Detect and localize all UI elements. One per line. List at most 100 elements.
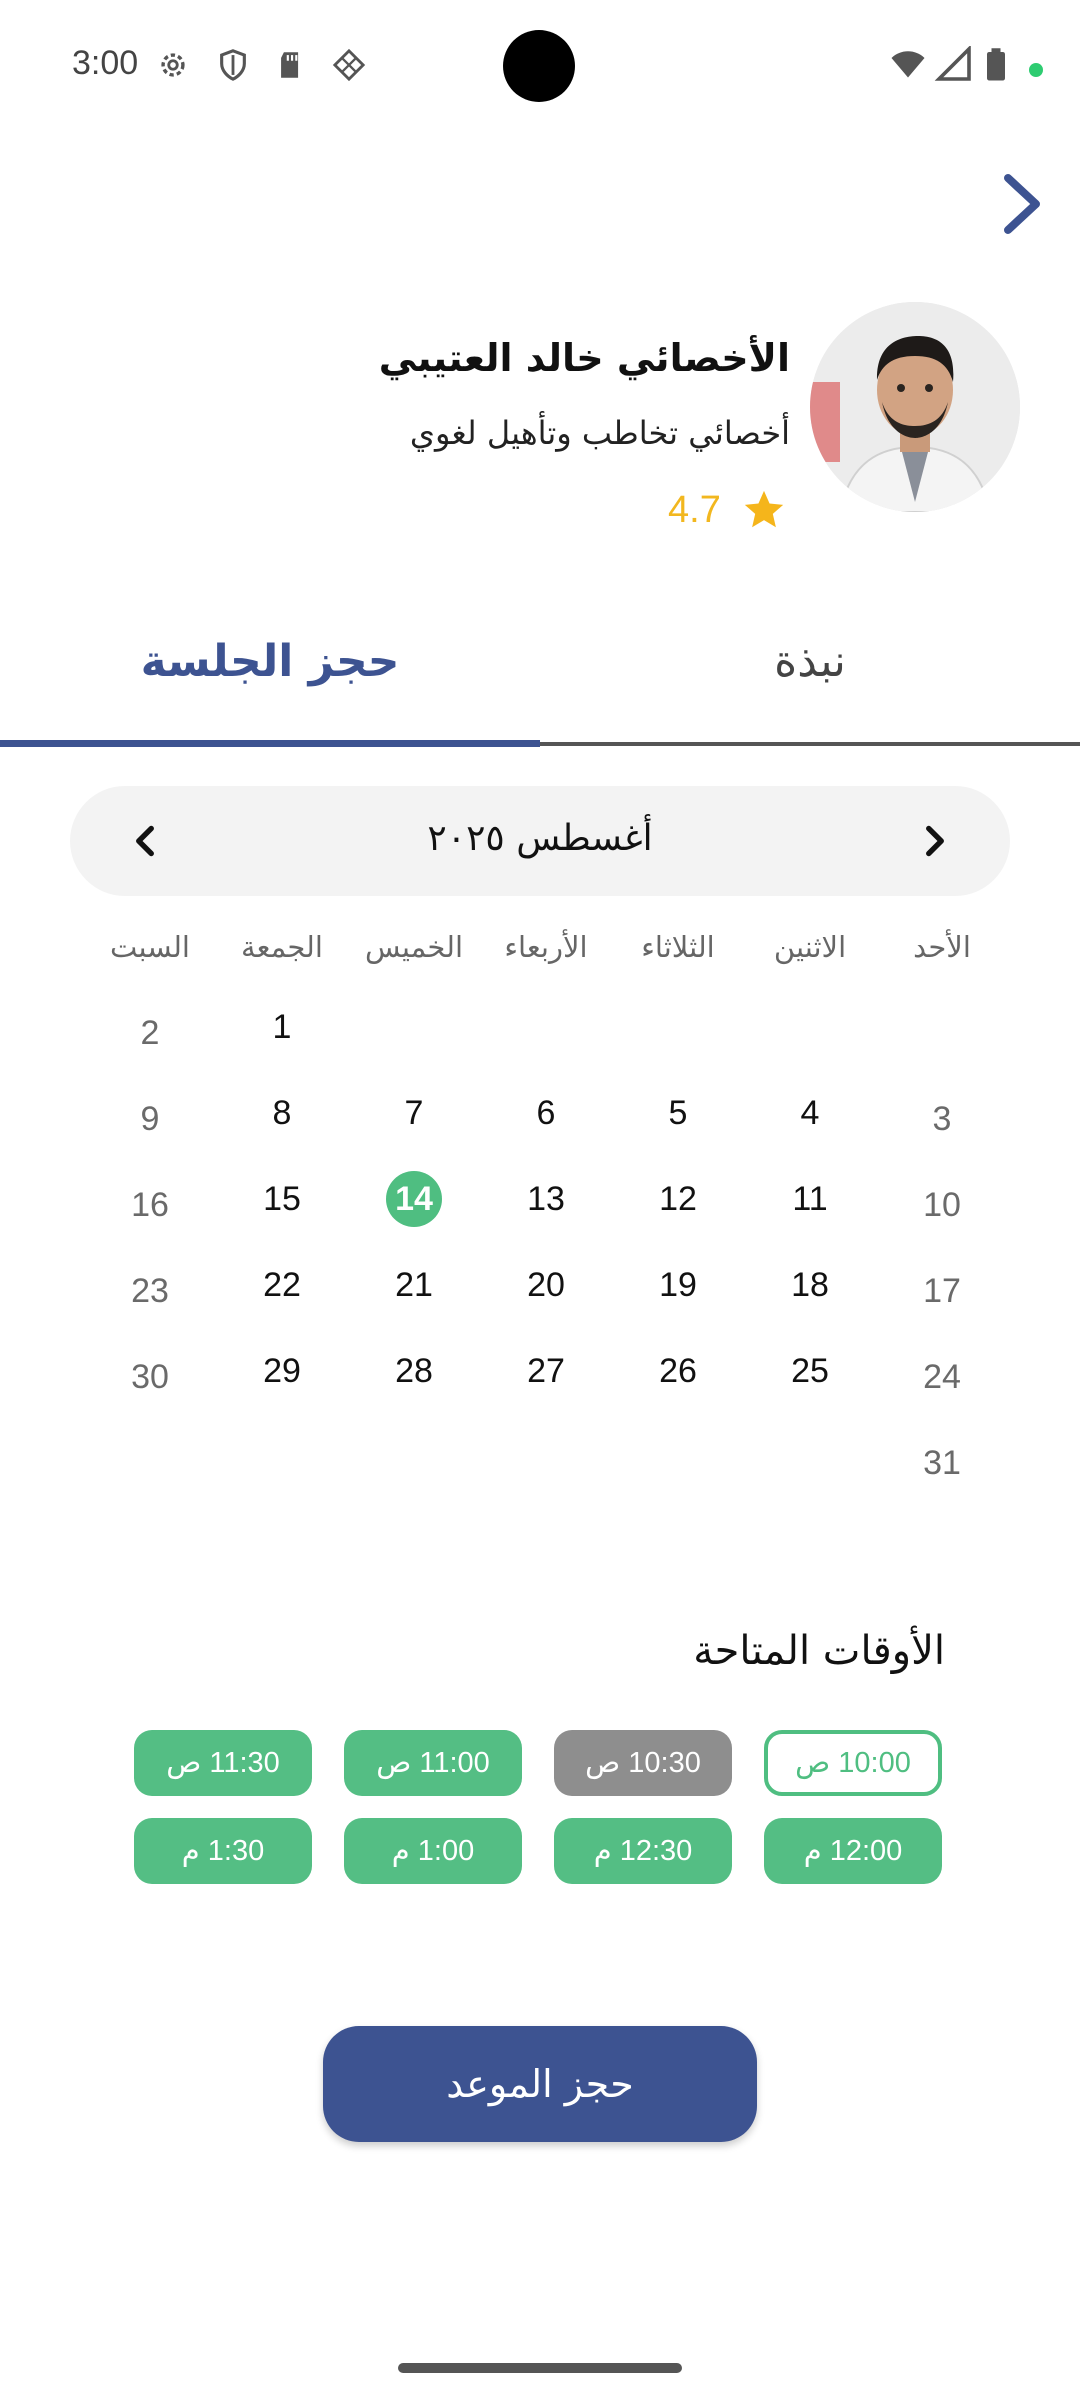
rating-value: 4.7 (668, 488, 721, 531)
calendar-day[interactable]: 12 (612, 1164, 744, 1234)
calendar-day[interactable]: 11 (744, 1164, 876, 1234)
calendar-day-number: 6 (536, 1094, 556, 1132)
calendar-day[interactable]: 21 (348, 1250, 480, 1320)
calendar-day[interactable]: 19 (612, 1250, 744, 1320)
home-indicator[interactable] (398, 2363, 682, 2373)
front-camera (503, 30, 575, 102)
month-label: أغسطس ٢٠٢٥ (427, 818, 653, 859)
weekday-tue: الثلاثاء (641, 930, 715, 964)
calendar-day[interactable]: 22 (216, 1250, 348, 1320)
status-bar: 3:00 (0, 0, 1080, 132)
calendar-day[interactable]: 17 (876, 1256, 1008, 1326)
calendar-day-number: 22 (263, 1266, 301, 1304)
calendar-day-number: 25 (791, 1352, 829, 1390)
calendar-day-number: 26 (659, 1352, 697, 1390)
weekday-sat: السبت (110, 930, 190, 964)
previous-month-chevron-icon[interactable] (910, 816, 960, 866)
calendar-day[interactable]: 26 (612, 1336, 744, 1406)
month-selector: أغسطس ٢٠٢٥ (70, 786, 1010, 896)
tab-active-indicator (0, 740, 540, 747)
tab-booking[interactable]: حجز الجلسة (0, 636, 540, 746)
calendar-day-number: 9 (140, 1100, 160, 1138)
battery-icon (987, 48, 1005, 81)
calendar-day[interactable]: 20 (480, 1250, 612, 1320)
wifi-icon (891, 51, 925, 78)
calendar-day-number: 13 (527, 1180, 565, 1218)
weekday-thu: الخميس (364, 930, 464, 964)
available-times-title: الأوقات المتاحة (693, 1628, 945, 1674)
grid-diamond-icon (332, 48, 366, 82)
time-slot[interactable]: 1:30 م (134, 1818, 312, 1884)
specialist-specialty: أخصائي تخاطب وتأهيل لغوي (409, 414, 790, 452)
calendar-day[interactable]: 9 (84, 1084, 216, 1154)
calendar-day[interactable]: 25 (744, 1336, 876, 1406)
weekday-fri: الجمعة (241, 930, 323, 964)
calendar-day-number: 29 (263, 1352, 301, 1390)
calendar-day[interactable]: 10 (876, 1170, 1008, 1240)
time-slot[interactable]: 12:00 م (764, 1818, 942, 1884)
time-slot[interactable]: 11:00 ص (344, 1730, 522, 1796)
calendar-day[interactable]: 6 (480, 1078, 612, 1148)
calendar-day-number: 27 (527, 1352, 565, 1390)
calendar-day[interactable]: 28 (348, 1336, 480, 1406)
calendar-day[interactable]: 15 (216, 1164, 348, 1234)
calendar-day-number: 2 (140, 1014, 160, 1052)
calendar-day[interactable]: 16 (84, 1170, 216, 1240)
rating-row: 4.7 (668, 486, 787, 534)
calendar-day[interactable]: 3 (876, 1084, 1008, 1154)
star-icon (744, 490, 783, 528)
calendar-day[interactable]: 18 (744, 1250, 876, 1320)
calendar-day[interactable]: 4 (744, 1078, 876, 1148)
weekday-wed: الأربعاء (504, 930, 588, 964)
calendar-day-number: 23 (131, 1272, 169, 1310)
calendar-day-number: 4 (800, 1094, 820, 1132)
calendar-day-number: 30 (131, 1358, 169, 1396)
calendar-day[interactable]: 2 (84, 998, 216, 1068)
calendar-day-number: 16 (131, 1186, 169, 1224)
calendar-day-number: 12 (659, 1180, 697, 1218)
calendar-day[interactable]: 7 (348, 1078, 480, 1148)
calendar-day-number: 31 (923, 1444, 961, 1482)
calendar-day-number: 15 (263, 1180, 301, 1218)
calendar-day[interactable]: 31 (876, 1428, 1008, 1498)
calendar-day[interactable]: 8 (216, 1078, 348, 1148)
tab-about[interactable]: نبذة (540, 636, 1080, 746)
shield-icon (220, 49, 246, 81)
time-slot[interactable]: 1:00 م (344, 1818, 522, 1884)
calendar-day[interactable]: 29 (216, 1336, 348, 1406)
calendar-day[interactable]: 5 (612, 1078, 744, 1148)
cellular-icon (934, 46, 971, 81)
calendar-day-number: 1 (272, 1008, 292, 1046)
specialist-avatar (810, 302, 1020, 512)
notification-dot (1029, 63, 1043, 77)
specialist-name: الأخصائي خالد العتيبي (378, 336, 790, 380)
calendar-day[interactable]: 14 (348, 1164, 480, 1234)
time-slot[interactable]: 11:30 ص (134, 1730, 312, 1796)
calendar-day-number: 18 (791, 1266, 829, 1304)
time-slot[interactable]: 10:00 ص (764, 1730, 942, 1796)
time-slot[interactable]: 12:30 م (554, 1818, 732, 1884)
weekday-mon: الاثنين (773, 930, 847, 964)
back-chevron-icon[interactable] (996, 172, 1048, 236)
calendar-day-number: 8 (272, 1094, 292, 1132)
calendar-day-number: 21 (395, 1266, 433, 1304)
calendar-day-number: 17 (923, 1272, 961, 1310)
calendar-day-number: 20 (527, 1266, 565, 1304)
calendar-day-number: 14 (386, 1171, 442, 1227)
calendar-day-number: 28 (395, 1352, 433, 1390)
calendar-day[interactable]: 1 (216, 992, 348, 1062)
weekday-sun: الأحد (913, 930, 971, 964)
calendar-day-number: 19 (659, 1266, 697, 1304)
sd-card-icon (281, 52, 299, 78)
calendar-day-number: 3 (932, 1100, 952, 1138)
calendar-day-number: 10 (923, 1186, 961, 1224)
calendar-day[interactable]: 27 (480, 1336, 612, 1406)
calendar-day[interactable]: 24 (876, 1342, 1008, 1412)
calendar-day[interactable]: 23 (84, 1256, 216, 1326)
calendar-day[interactable]: 30 (84, 1342, 216, 1412)
status-time: 3:00 (72, 44, 139, 82)
book-appointment-button[interactable]: حجز الموعد (323, 2026, 757, 2142)
time-slot: 10:30 ص (554, 1730, 732, 1796)
calendar-day[interactable]: 13 (480, 1164, 612, 1234)
calendar-day-number: 24 (923, 1358, 961, 1396)
